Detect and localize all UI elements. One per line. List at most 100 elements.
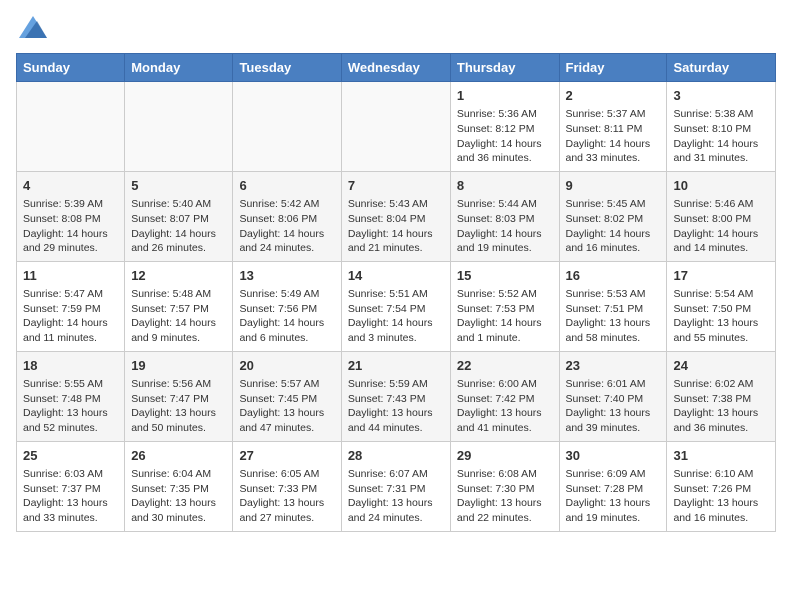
day-info: Daylight: 14 hours and 33 minutes. xyxy=(566,137,661,166)
day-info: Daylight: 13 hours and 27 minutes. xyxy=(239,496,334,525)
day-number: 27 xyxy=(239,447,334,465)
day-number: 16 xyxy=(566,267,661,285)
calendar-day-cell: 20Sunrise: 5:57 AMSunset: 7:45 PMDayligh… xyxy=(233,351,341,441)
day-info: Sunset: 8:11 PM xyxy=(566,122,661,137)
calendar-day-cell: 26Sunrise: 6:04 AMSunset: 7:35 PMDayligh… xyxy=(125,441,233,531)
day-info: Sunset: 7:54 PM xyxy=(348,302,444,317)
day-info: Sunset: 7:37 PM xyxy=(23,482,118,497)
day-number: 31 xyxy=(673,447,769,465)
day-info: Daylight: 13 hours and 36 minutes. xyxy=(673,406,769,435)
day-info: Daylight: 13 hours and 55 minutes. xyxy=(673,316,769,345)
day-number: 17 xyxy=(673,267,769,285)
calendar-week-row: 25 Sunrise: 6:03 AMSunset: 7:37 PM Dayligh… xyxy=(17,441,776,531)
calendar-day-cell: 17Sunrise: 5:54 AMSunset: 7:50 PMDayligh… xyxy=(667,261,776,351)
day-info: Daylight: 13 hours and 39 minutes. xyxy=(566,406,661,435)
day-number: 6 xyxy=(239,177,334,195)
day-info: Sunrise: 6:00 AM xyxy=(457,377,553,392)
day-number: 21 xyxy=(348,357,444,375)
day-info: Sunrise: 5:48 AM xyxy=(131,287,226,302)
day-info: Sunset: 8:06 PM xyxy=(239,212,334,227)
day-info: Sunrise: 6:05 AM xyxy=(239,467,334,482)
day-info: Sunrise: 5:43 AM xyxy=(348,197,444,212)
calendar-week-row: 4Sunrise: 5:39 AMSunset: 8:08 PMDaylight… xyxy=(17,171,776,261)
day-info: Sunrise: 5:51 AM xyxy=(348,287,444,302)
calendar-week-row: 1Sunrise: 5:36 AMSunset: 8:12 PMDaylight… xyxy=(17,82,776,172)
day-number: 28 xyxy=(348,447,444,465)
day-info: Daylight: 13 hours and 19 minutes. xyxy=(566,496,661,525)
day-info: Daylight: 14 hours and 14 minutes. xyxy=(673,227,769,256)
calendar-day-cell: 22Sunrise: 6:00 AMSunset: 7:42 PMDayligh… xyxy=(450,351,559,441)
day-info: Sunrise: 5:49 AM xyxy=(239,287,334,302)
day-info: Sunrise: 5:59 AM xyxy=(348,377,444,392)
day-info: Sunset: 7:56 PM xyxy=(239,302,334,317)
day-info: Sunrise: 6:07 AM xyxy=(348,467,444,482)
day-number: 5 xyxy=(131,177,226,195)
day-number: 30 xyxy=(566,447,661,465)
day-number: 9 xyxy=(566,177,661,195)
day-info: Sunset: 7:31 PM xyxy=(348,482,444,497)
day-number: 19 xyxy=(131,357,226,375)
calendar-day-cell: 30 Sunrise: 6:09 AMSunset: 7:28 PMDayligh… xyxy=(559,441,667,531)
day-info: Sunrise: 5:47 AM xyxy=(23,287,118,302)
day-info: Sunrise: 5:40 AM xyxy=(131,197,226,212)
day-info: Sunrise: 6:10 AM xyxy=(673,467,769,482)
day-info: Sunset: 7:42 PM xyxy=(457,392,553,407)
calendar-day-cell xyxy=(17,82,125,172)
day-number: 12 xyxy=(131,267,226,285)
day-info: Sunrise: 5:42 AM xyxy=(239,197,334,212)
calendar-day-cell: 19 Sunrise: 5:56 AMSunset: 7:47 PMDayligh… xyxy=(125,351,233,441)
calendar-day-cell: 25Sunrise: 6:03 AMSunset: 7:37 PMDayligh… xyxy=(17,441,125,531)
day-info: Sunset: 7:30 PM xyxy=(457,482,553,497)
day-info: Sunset: 7:28 PM xyxy=(566,482,661,497)
calendar-day-cell xyxy=(341,82,450,172)
calendar-day-cell: 12Sunrise: 5:48 AMSunset: 7:57 PMDayligh… xyxy=(125,261,233,351)
day-info: Sunrise: 6:03 AM xyxy=(23,467,118,482)
day-info: Sunset: 7:43 PM xyxy=(348,392,444,407)
day-of-week-header: Wednesday xyxy=(341,54,450,82)
calendar-body: 1Sunrise: 5:36 AMSunset: 8:12 PMDaylight… xyxy=(17,82,776,532)
day-number: 11 xyxy=(23,267,118,285)
calendar: SundayMondayTuesdayWednesdayThursdayFrid… xyxy=(16,53,776,532)
day-info: Sunset: 7:40 PM xyxy=(566,392,661,407)
day-number: 25 xyxy=(23,447,118,465)
day-number: 4 xyxy=(23,177,118,195)
day-number: 22 xyxy=(457,357,553,375)
day-info: Daylight: 14 hours and 19 minutes. xyxy=(457,227,553,256)
day-of-week-header: Monday xyxy=(125,54,233,82)
calendar-day-cell: 15Sunrise: 5:52 AMSunset: 7:53 PMDayligh… xyxy=(450,261,559,351)
day-info: Daylight: 14 hours and 31 minutes. xyxy=(673,137,769,166)
day-info: Sunrise: 5:54 AM xyxy=(673,287,769,302)
calendar-day-cell: 6 Sunrise: 5:42 AMSunset: 8:06 PMDaylight… xyxy=(233,171,341,261)
day-info: Daylight: 13 hours and 50 minutes. xyxy=(131,406,226,435)
day-info: Sunset: 7:33 PM xyxy=(239,482,334,497)
calendar-day-cell: 29Sunrise: 6:08 AMSunset: 7:30 PMDayligh… xyxy=(450,441,559,531)
day-info: Sunrise: 5:38 AM xyxy=(673,107,769,122)
day-info: Sunset: 7:45 PM xyxy=(239,392,334,407)
calendar-day-cell: 13Sunrise: 5:49 AMSunset: 7:56 PMDayligh… xyxy=(233,261,341,351)
day-info: Sunrise: 6:09 AM xyxy=(566,467,661,482)
day-info: Sunset: 7:35 PM xyxy=(131,482,226,497)
header xyxy=(16,16,776,43)
calendar-day-cell: 1Sunrise: 5:36 AMSunset: 8:12 PMDaylight… xyxy=(450,82,559,172)
day-info: Daylight: 13 hours and 52 minutes. xyxy=(23,406,118,435)
day-number: 8 xyxy=(457,177,553,195)
day-info: Daylight: 14 hours and 24 minutes. xyxy=(239,227,334,256)
day-info: Daylight: 13 hours and 24 minutes. xyxy=(348,496,444,525)
days-of-week-row: SundayMondayTuesdayWednesdayThursdayFrid… xyxy=(17,54,776,82)
calendar-day-cell: 10Sunrise: 5:46 AMSunset: 8:00 PMDayligh… xyxy=(667,171,776,261)
day-info: Sunrise: 5:39 AM xyxy=(23,197,118,212)
day-info: Sunset: 8:00 PM xyxy=(673,212,769,227)
calendar-day-cell: 21Sunrise: 5:59 AMSunset: 7:43 PMDayligh… xyxy=(341,351,450,441)
day-number: 20 xyxy=(239,357,334,375)
day-info: Sunset: 7:47 PM xyxy=(131,392,226,407)
day-number: 24 xyxy=(673,357,769,375)
day-info: Sunrise: 5:36 AM xyxy=(457,107,553,122)
day-info: Sunset: 7:26 PM xyxy=(673,482,769,497)
day-info: Sunrise: 5:56 AM xyxy=(131,377,226,392)
day-info: Daylight: 13 hours and 16 minutes. xyxy=(673,496,769,525)
logo-icon xyxy=(19,16,47,38)
day-info: Sunrise: 6:01 AM xyxy=(566,377,661,392)
day-info: Daylight: 14 hours and 29 minutes. xyxy=(23,227,118,256)
day-info: Daylight: 14 hours and 21 minutes. xyxy=(348,227,444,256)
day-info: Daylight: 13 hours and 30 minutes. xyxy=(131,496,226,525)
